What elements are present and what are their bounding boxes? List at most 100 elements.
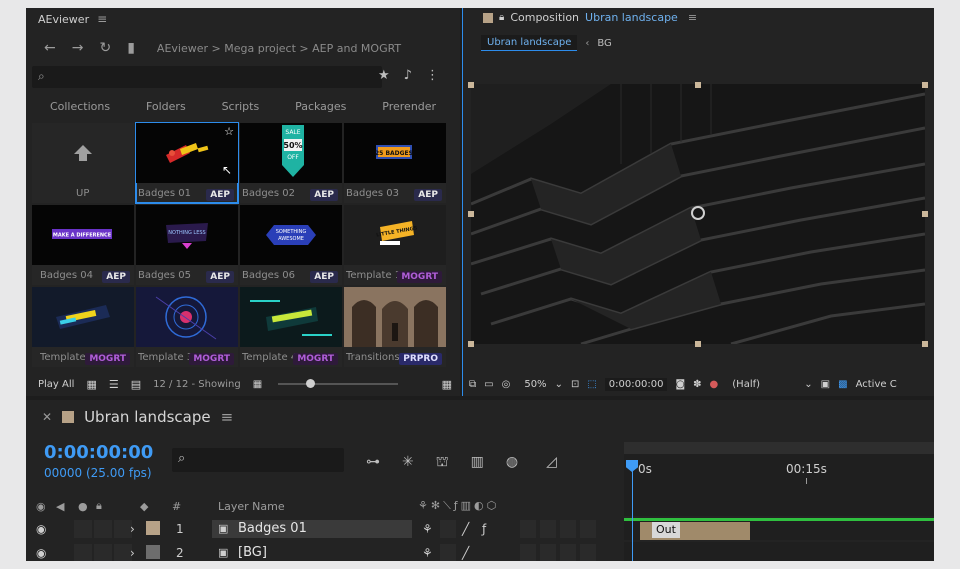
motion-blur-icon[interactable]: ◍	[506, 454, 518, 472]
shy-layers-icon[interactable]: ⛫	[436, 454, 449, 472]
composition-viewer[interactable]	[471, 84, 925, 344]
active-camera-select[interactable]: Active C	[856, 379, 897, 390]
asset-tile-badges-06[interactable]: SOMETHING AWESOME Badges 06 AEP	[240, 205, 342, 285]
small-thumbs-icon[interactable]: ▦	[253, 379, 262, 390]
quality-switch[interactable]: ╱	[462, 546, 469, 560]
tab-ubran-landscape[interactable]: Ubran landscape	[481, 35, 578, 51]
fit-icon[interactable]: ⊡	[571, 379, 579, 390]
audio-icon[interactable]: ◀	[56, 500, 64, 513]
column-layer-name[interactable]: Layer Name	[218, 500, 285, 513]
mask-icon[interactable]: ◎	[502, 379, 511, 390]
quality-switch[interactable]: ╱	[462, 522, 469, 536]
work-area-bar[interactable]	[624, 442, 934, 454]
transform-handle[interactable]	[922, 341, 928, 347]
time-ruler[interactable]: 0s 00:15s	[624, 442, 934, 496]
large-view-icon[interactable]: ▤	[131, 378, 141, 391]
back-arrow-icon[interactable]: ←	[44, 40, 56, 56]
tab-collections[interactable]: Collections	[50, 100, 110, 113]
asset-tile-badges-01[interactable]: ☆ ↖ Badges 01 AEP	[135, 122, 239, 204]
slider-knob[interactable]	[306, 379, 316, 388]
tab-folders[interactable]: Folders	[146, 100, 186, 113]
anchor-point-icon[interactable]	[691, 206, 705, 220]
transparency-icon[interactable]: ▩	[838, 379, 847, 390]
transform-handle[interactable]	[468, 341, 474, 347]
switch-cell[interactable]	[440, 544, 456, 561]
color-channels-icon[interactable]: ●	[710, 379, 719, 390]
breadcrumb-item[interactable]: Mega project	[224, 42, 296, 55]
favorite-star-icon[interactable]: ★	[378, 68, 390, 83]
asset-tile-badges-02[interactable]: SALE 50% OFF Badges 02 AEP	[240, 123, 342, 203]
tab-packages[interactable]: Packages	[295, 100, 346, 113]
show-snapshot-icon[interactable]: ✽	[693, 379, 701, 390]
asset-tile-badges-04[interactable]: MAKE A DIFFERENCE Badges 04 AEP	[32, 205, 134, 285]
switch-cell[interactable]	[520, 544, 536, 561]
refresh-icon[interactable]: ↻	[99, 40, 111, 56]
asset-tile-template-3[interactable]: Template 3 MOGRT	[136, 287, 238, 367]
layer-name[interactable]: ▣ [BG]	[212, 544, 412, 561]
breadcrumb-item[interactable]: AEP and MOGRT	[312, 42, 401, 55]
transform-handle[interactable]	[695, 341, 701, 347]
layer-track[interactable]	[624, 542, 934, 561]
chevron-left-icon[interactable]: ‹	[585, 38, 589, 49]
switch-cell[interactable]	[74, 520, 92, 538]
eye-icon[interactable]: ◉	[36, 546, 46, 560]
notification-bell-icon[interactable]: ♪	[404, 68, 412, 83]
panel-menu-icon[interactable]: ≡	[97, 12, 107, 26]
breadcrumb-item[interactable]: AEviewer	[157, 42, 208, 55]
switch-cell[interactable]	[540, 520, 556, 538]
roi-icon[interactable]: ▣	[821, 379, 830, 390]
asset-tile-template-4[interactable]: Template 4 MOGRT	[240, 287, 342, 367]
asset-tile-template-2[interactable]: Template 2 MOGRT	[32, 287, 134, 367]
asset-tile-template-1[interactable]: LITTLE THINGS Template 1 MOGRT	[344, 205, 446, 285]
grid-view-icon[interactable]: ▦	[86, 378, 96, 391]
layer-color-swatch[interactable]	[146, 545, 160, 559]
switch-cell[interactable]	[440, 520, 456, 538]
switch-cell[interactable]	[560, 520, 576, 538]
lock-icon[interactable]: 🔒︎	[96, 499, 102, 513]
chevron-right-icon[interactable]: ›	[130, 546, 135, 560]
transparency-grid-icon[interactable]: ⬚	[587, 379, 596, 390]
lock-icon[interactable]: 🔒︎	[499, 12, 504, 23]
switch-cell[interactable]	[74, 544, 92, 561]
table-row[interactable]: ◉ › 2 ▣ [BG] ⚘ ╱	[26, 542, 622, 561]
transform-handle[interactable]	[922, 211, 928, 217]
list-view-icon[interactable]: ☰	[109, 378, 119, 391]
play-all-button[interactable]: Play All	[38, 379, 74, 390]
chevron-right-icon[interactable]: ›	[130, 522, 135, 536]
panel-menu-icon[interactable]: ≡	[221, 408, 234, 426]
switch-cell[interactable]	[94, 520, 112, 538]
folder-icon[interactable]: ▮	[127, 40, 135, 56]
asset-tile-up[interactable]: UP	[32, 123, 134, 203]
switch-cell[interactable]	[540, 544, 556, 561]
current-timecode[interactable]: 0:00:00:00	[44, 442, 153, 463]
shy-switch[interactable]: ⚘	[422, 546, 433, 560]
layer-color-swatch[interactable]	[146, 521, 160, 535]
thumbnail-size-slider[interactable]	[278, 379, 399, 388]
chevron-down-icon[interactable]: ⌄	[555, 379, 563, 390]
chevron-down-icon[interactable]: ⌄	[804, 379, 812, 390]
eye-icon[interactable]: ◉	[36, 522, 46, 536]
snapshot-region-icon[interactable]: ⧉	[469, 379, 476, 390]
tab-scripts[interactable]: Scripts	[222, 100, 260, 113]
switch-cell[interactable]	[560, 544, 576, 561]
draft-3d-icon[interactable]: ✳	[402, 454, 414, 472]
layer-name[interactable]: ▣ Badges 01	[212, 520, 412, 538]
tab-prerender[interactable]: Prerender	[382, 100, 436, 113]
more-options-icon[interactable]: ⋮	[426, 68, 439, 83]
transform-handle[interactable]	[695, 82, 701, 88]
switch-cell[interactable]	[580, 520, 596, 538]
monitor-icon[interactable]: ▭	[484, 379, 493, 390]
eye-icon[interactable]: ◉	[36, 500, 46, 513]
zoom-select[interactable]: 50%	[524, 379, 546, 390]
layer-track[interactable]: Out	[624, 518, 934, 540]
resolution-select[interactable]: (Half)	[732, 379, 796, 390]
graph-editor-icon[interactable]: ◿	[546, 454, 557, 472]
asset-tile-badges-03[interactable]: 25 BADGES Badges 03 AEP	[344, 123, 446, 203]
asset-tile-badges-05[interactable]: NOTHING LESS Badges 05 AEP	[136, 205, 238, 285]
tab-bg[interactable]: BG	[597, 38, 611, 49]
large-thumbs-icon[interactable]: ▦	[442, 378, 452, 391]
switch-cell[interactable]	[520, 520, 536, 538]
solo-icon[interactable]: ●	[78, 500, 88, 513]
forward-arrow-icon[interactable]: →	[72, 40, 84, 56]
aeviewer-search-input[interactable]: ⌕	[32, 66, 382, 88]
